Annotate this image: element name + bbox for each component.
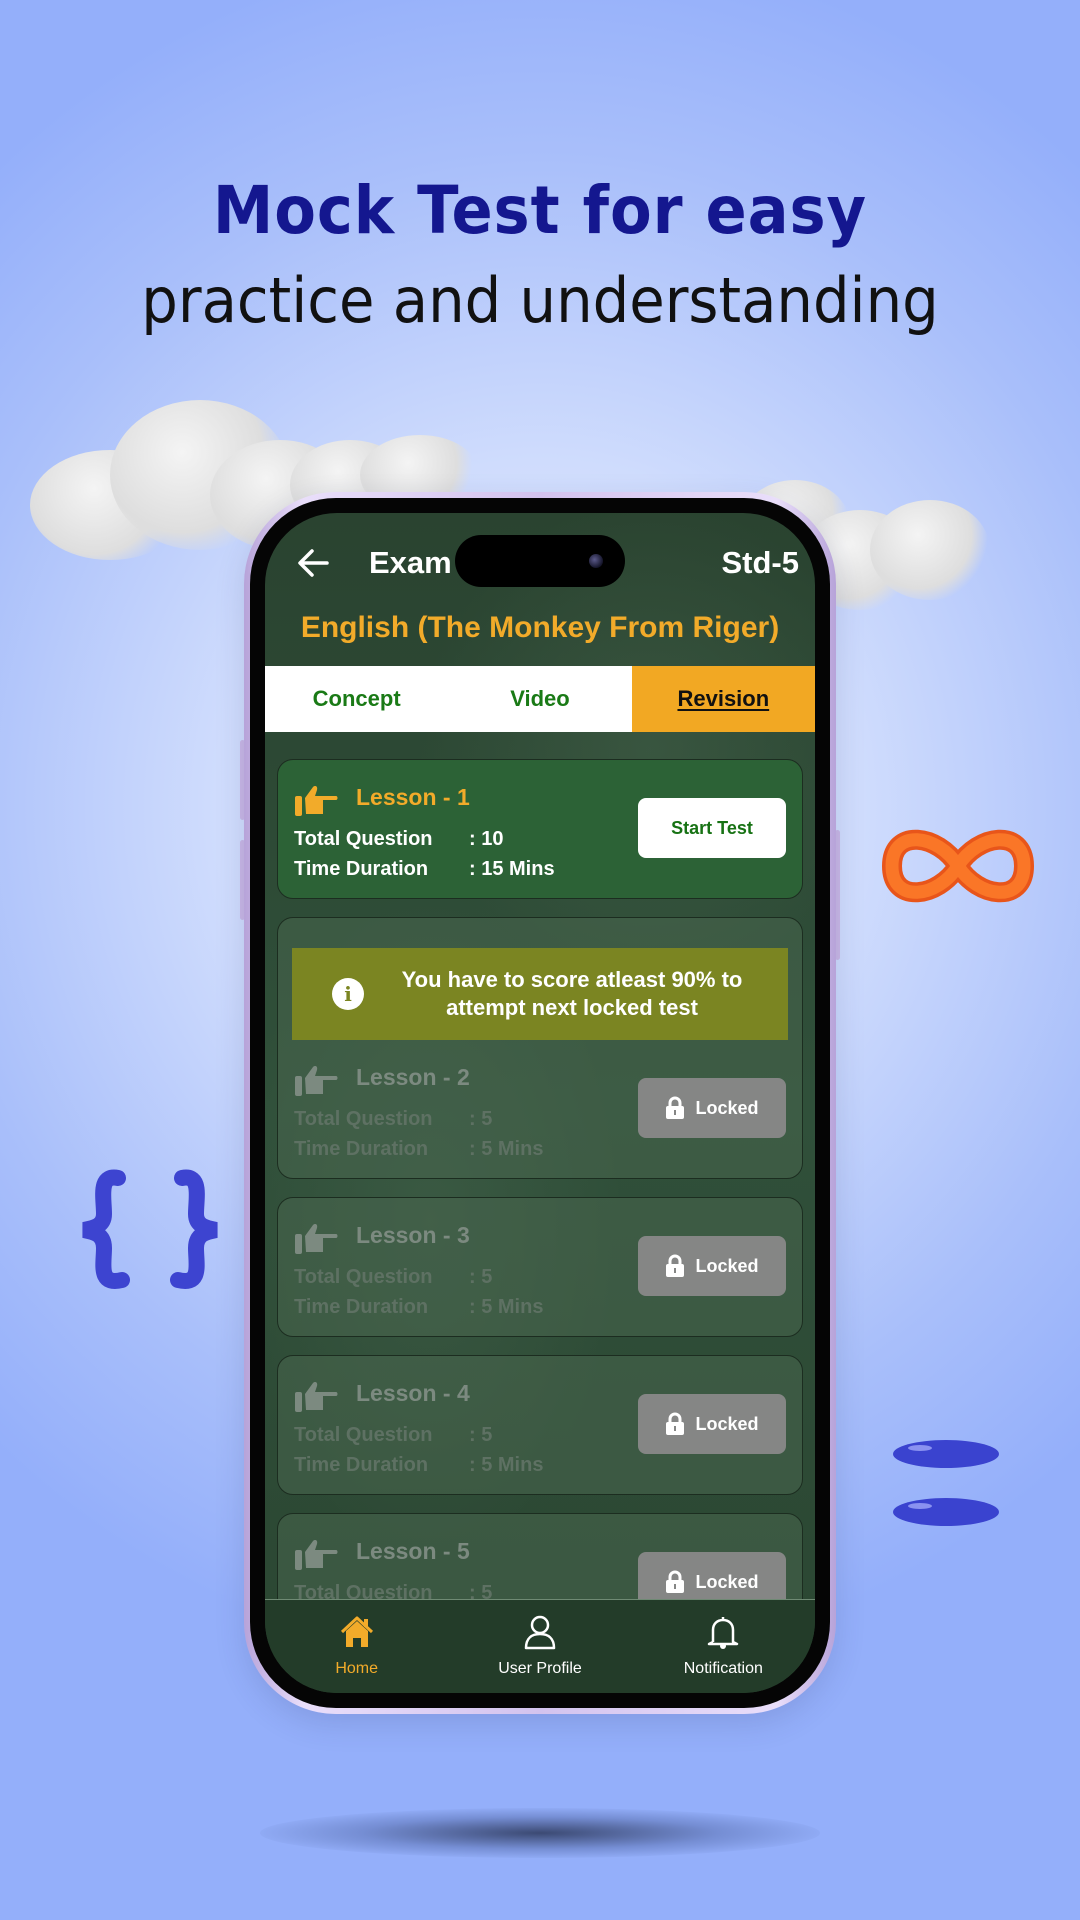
total-question-value: : 5 <box>469 1108 493 1130</box>
lesson-title: Lesson - 1 <box>356 784 470 810</box>
pointing-hand-icon <box>295 786 338 816</box>
locked-label: Locked <box>695 1571 759 1592</box>
total-question-label: Total Question <box>294 1424 433 1446</box>
time-duration-label: Time Duration <box>294 1454 429 1476</box>
nav-user-profile-label: User Profile <box>498 1660 582 1677</box>
total-question: Total Question : 5 <box>294 1424 492 1447</box>
total-question-label: Total Question <box>294 1266 433 1288</box>
lesson-card: Lesson - 3 Total Question : 5 Time Durati… <box>277 1197 803 1337</box>
nav-user-profile[interactable]: User Profile <box>448 1600 631 1693</box>
info-icon: i <box>332 978 364 1010</box>
total-question-value: : 5 <box>469 1424 493 1446</box>
standard-label: Std-5 <box>721 545 800 580</box>
tab-concept[interactable]: Concept <box>265 666 448 732</box>
locked-button[interactable]: Locked <box>638 1078 786 1138</box>
locked-label: Locked <box>695 1413 759 1434</box>
info-notice: i You have to score atleast 90% to attem… <box>292 948 788 1040</box>
bell-icon <box>708 1617 739 1649</box>
notice-text: You have to score atleast 90% to attempt… <box>401 967 743 1020</box>
user-icon <box>524 1615 556 1650</box>
app-screen: Exam Std-5 English (The Monkey From Rige… <box>265 513 815 1693</box>
headline-subtitle: practice and understanding <box>141 264 939 337</box>
phone-shadow <box>260 1808 820 1858</box>
subject-title: English (The Monkey From Riger) <box>300 611 780 644</box>
total-question: Total Question : 10 <box>294 828 503 851</box>
locked-label: Locked <box>695 1097 759 1118</box>
lesson-title: Lesson - 3 <box>356 1222 470 1248</box>
time-duration-value: : 5 Mins <box>469 1138 544 1160</box>
time-duration-label: Time Duration <box>294 1296 429 1318</box>
total-question-value: : 5 <box>469 1266 493 1288</box>
arrow-left-icon[interactable] <box>295 545 331 581</box>
bottom-nav: Home User Profile Notification <box>265 1599 815 1693</box>
curly-braces-icon <box>82 1169 218 1289</box>
start-test-button[interactable]: Start Test <box>638 798 786 858</box>
lesson-title: Lesson - 4 <box>356 1380 470 1406</box>
locked-label: Locked <box>695 1255 759 1276</box>
nav-home-label: Home <box>335 1660 378 1677</box>
total-question: Total Question : 5 <box>294 1108 492 1131</box>
time-duration: Time Duration : 5 Mins <box>294 1454 543 1477</box>
total-question-value: : 10 <box>469 828 504 850</box>
lesson-title: Lesson - 2 <box>356 1064 470 1090</box>
lock-icon <box>666 1254 685 1277</box>
time-duration-label: Time Duration <box>294 1138 429 1160</box>
tab-revision[interactable]: Revision <box>631 666 815 732</box>
time-duration-value: : 5 Mins <box>469 1454 544 1476</box>
dynamic-island <box>455 535 625 587</box>
time-duration: Time Duration : 15 Mins <box>294 858 555 881</box>
total-question-label: Total Question <box>294 828 433 850</box>
nav-notification-label: Notification <box>683 1660 763 1677</box>
nav-home[interactable]: Home <box>265 1600 448 1693</box>
lesson-title: Lesson - 5 <box>356 1538 470 1564</box>
headline-title: Mock Test for easy <box>212 172 868 249</box>
lock-icon <box>666 1412 685 1435</box>
pointing-hand-icon <box>295 1224 338 1254</box>
infinity-symbol-icon <box>882 829 1034 903</box>
tab-bar: Concept Video Revision <box>265 666 815 732</box>
lesson-card: Lesson - 1 Total Question : 10 Time Durat… <box>277 759 803 899</box>
time-duration: Time Duration : 5 Mins <box>294 1296 543 1319</box>
total-question-label: Total Question <box>294 1108 433 1130</box>
total-question: Total Question : 5 <box>294 1266 492 1289</box>
locked-button[interactable]: Locked <box>638 1394 786 1454</box>
time-duration-label: Time Duration <box>294 858 429 880</box>
lock-icon <box>666 1096 685 1119</box>
time-duration: Time Duration : 5 Mins <box>294 1138 543 1161</box>
pointing-hand-icon <box>295 1540 338 1570</box>
nav-notification[interactable]: Notification <box>632 1600 815 1693</box>
lesson-card: i You have to score atleast 90% to attem… <box>277 917 803 1179</box>
home-icon <box>340 1616 373 1647</box>
equals-sign-icon <box>893 1440 999 1526</box>
lesson-card: Lesson - 4 Total Question : 5 Time Durati… <box>277 1355 803 1495</box>
camera-icon <box>589 554 603 568</box>
time-duration-value: : 15 Mins <box>469 858 555 880</box>
pointing-hand-icon <box>295 1382 338 1412</box>
page-title: Exam <box>369 545 452 580</box>
phone-frame: Exam Std-5 English (The Monkey From Rige… <box>244 492 836 1714</box>
time-duration-value: : 5 Mins <box>469 1296 544 1318</box>
pointing-hand-icon <box>295 1066 338 1096</box>
locked-button[interactable]: Locked <box>638 1236 786 1296</box>
lesson-list[interactable]: Lesson - 1 Total Question : 10 Time Durat… <box>277 759 803 1671</box>
tab-video[interactable]: Video <box>448 666 631 732</box>
lock-icon <box>666 1570 685 1593</box>
